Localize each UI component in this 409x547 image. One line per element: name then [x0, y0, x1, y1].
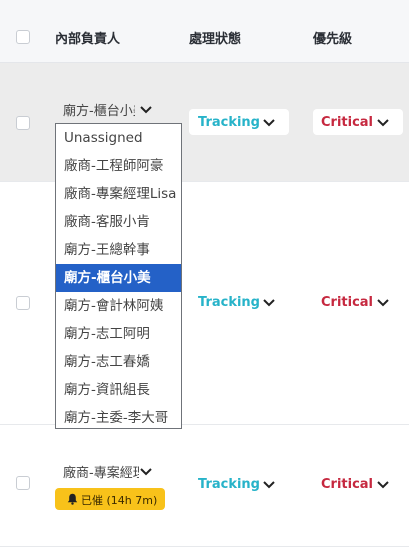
- dropdown-option[interactable]: Unassigned: [56, 124, 181, 152]
- priority-select[interactable]: Critical: [313, 471, 403, 497]
- column-header-priority[interactable]: 優先級: [313, 28, 352, 47]
- priority-select[interactable]: Critical: [313, 109, 403, 135]
- chevron-down-icon: [263, 299, 275, 307]
- dropdown-option[interactable]: 廟方-志工阿明: [56, 320, 181, 348]
- dropdown-option[interactable]: 廟方-資訊組長: [56, 376, 181, 404]
- chevron-down-icon: [377, 299, 389, 307]
- status-value: Tracking: [198, 115, 260, 130]
- dropdown-option[interactable]: 廟方-主委-李大哥: [56, 404, 181, 428]
- reminder-badge-text: 已催 (14h 7m): [81, 494, 158, 507]
- select-all-checkbox[interactable]: [16, 30, 30, 44]
- priority-value: Critical: [321, 477, 374, 492]
- owner-select-value: 廟方-櫃台小美: [63, 104, 135, 119]
- reminder-badge: 已催 (14h 7m): [55, 488, 165, 510]
- status-select[interactable]: Tracking: [189, 289, 289, 315]
- dropdown-option[interactable]: 廟方-志工春嬌: [56, 348, 181, 376]
- owner-select[interactable]: 廠商-專案經理Lisa: [55, 459, 160, 481]
- priority-value: Critical: [321, 115, 374, 130]
- status-select[interactable]: Tracking: [189, 471, 289, 497]
- priority-select[interactable]: Critical: [313, 289, 403, 315]
- priority-value: Critical: [321, 295, 374, 310]
- chevron-down-icon: [140, 106, 152, 114]
- column-header-status[interactable]: 處理狀態: [189, 28, 241, 47]
- table-header: 內部負責人 處理狀態 優先級: [0, 0, 409, 63]
- dropdown-option[interactable]: 廟方-櫃台小美: [56, 264, 181, 292]
- status-value: Tracking: [198, 477, 260, 492]
- bell-icon: [67, 493, 78, 505]
- dropdown-option[interactable]: 廠商-專案經理Lisa: [56, 180, 181, 208]
- dropdown-option[interactable]: 廠商-客服小肯: [56, 208, 181, 236]
- row-checkbox[interactable]: [16, 476, 30, 490]
- chevron-down-icon: [263, 119, 275, 127]
- owner-select[interactable]: 廟方-櫃台小美: [55, 97, 160, 119]
- status-value: Tracking: [198, 295, 260, 310]
- table-row[interactable]: 廠商-專案經理Lisa Tracking Critical: [0, 425, 409, 547]
- chevron-down-icon: [377, 481, 389, 489]
- row-checkbox[interactable]: [16, 296, 30, 310]
- dropdown-option[interactable]: 廟方-王總幹事: [56, 236, 181, 264]
- column-header-owner[interactable]: 內部負責人: [55, 28, 120, 47]
- status-select[interactable]: Tracking: [189, 109, 289, 135]
- dropdown-option[interactable]: 廟方-會計林阿姨: [56, 292, 181, 320]
- chevron-down-icon: [377, 119, 389, 127]
- row-checkbox[interactable]: [16, 116, 30, 130]
- dropdown-option[interactable]: 廠商-工程師阿豪: [56, 152, 181, 180]
- owner-select-value: 廠商-專案經理Lisa: [63, 466, 139, 481]
- chevron-down-icon: [263, 481, 275, 489]
- chevron-down-icon: [140, 468, 152, 476]
- owner-dropdown-list[interactable]: Unassigned 廠商-工程師阿豪 廠商-專案經理Lisa 廠商-客服小肯 廟方-王…: [55, 123, 182, 429]
